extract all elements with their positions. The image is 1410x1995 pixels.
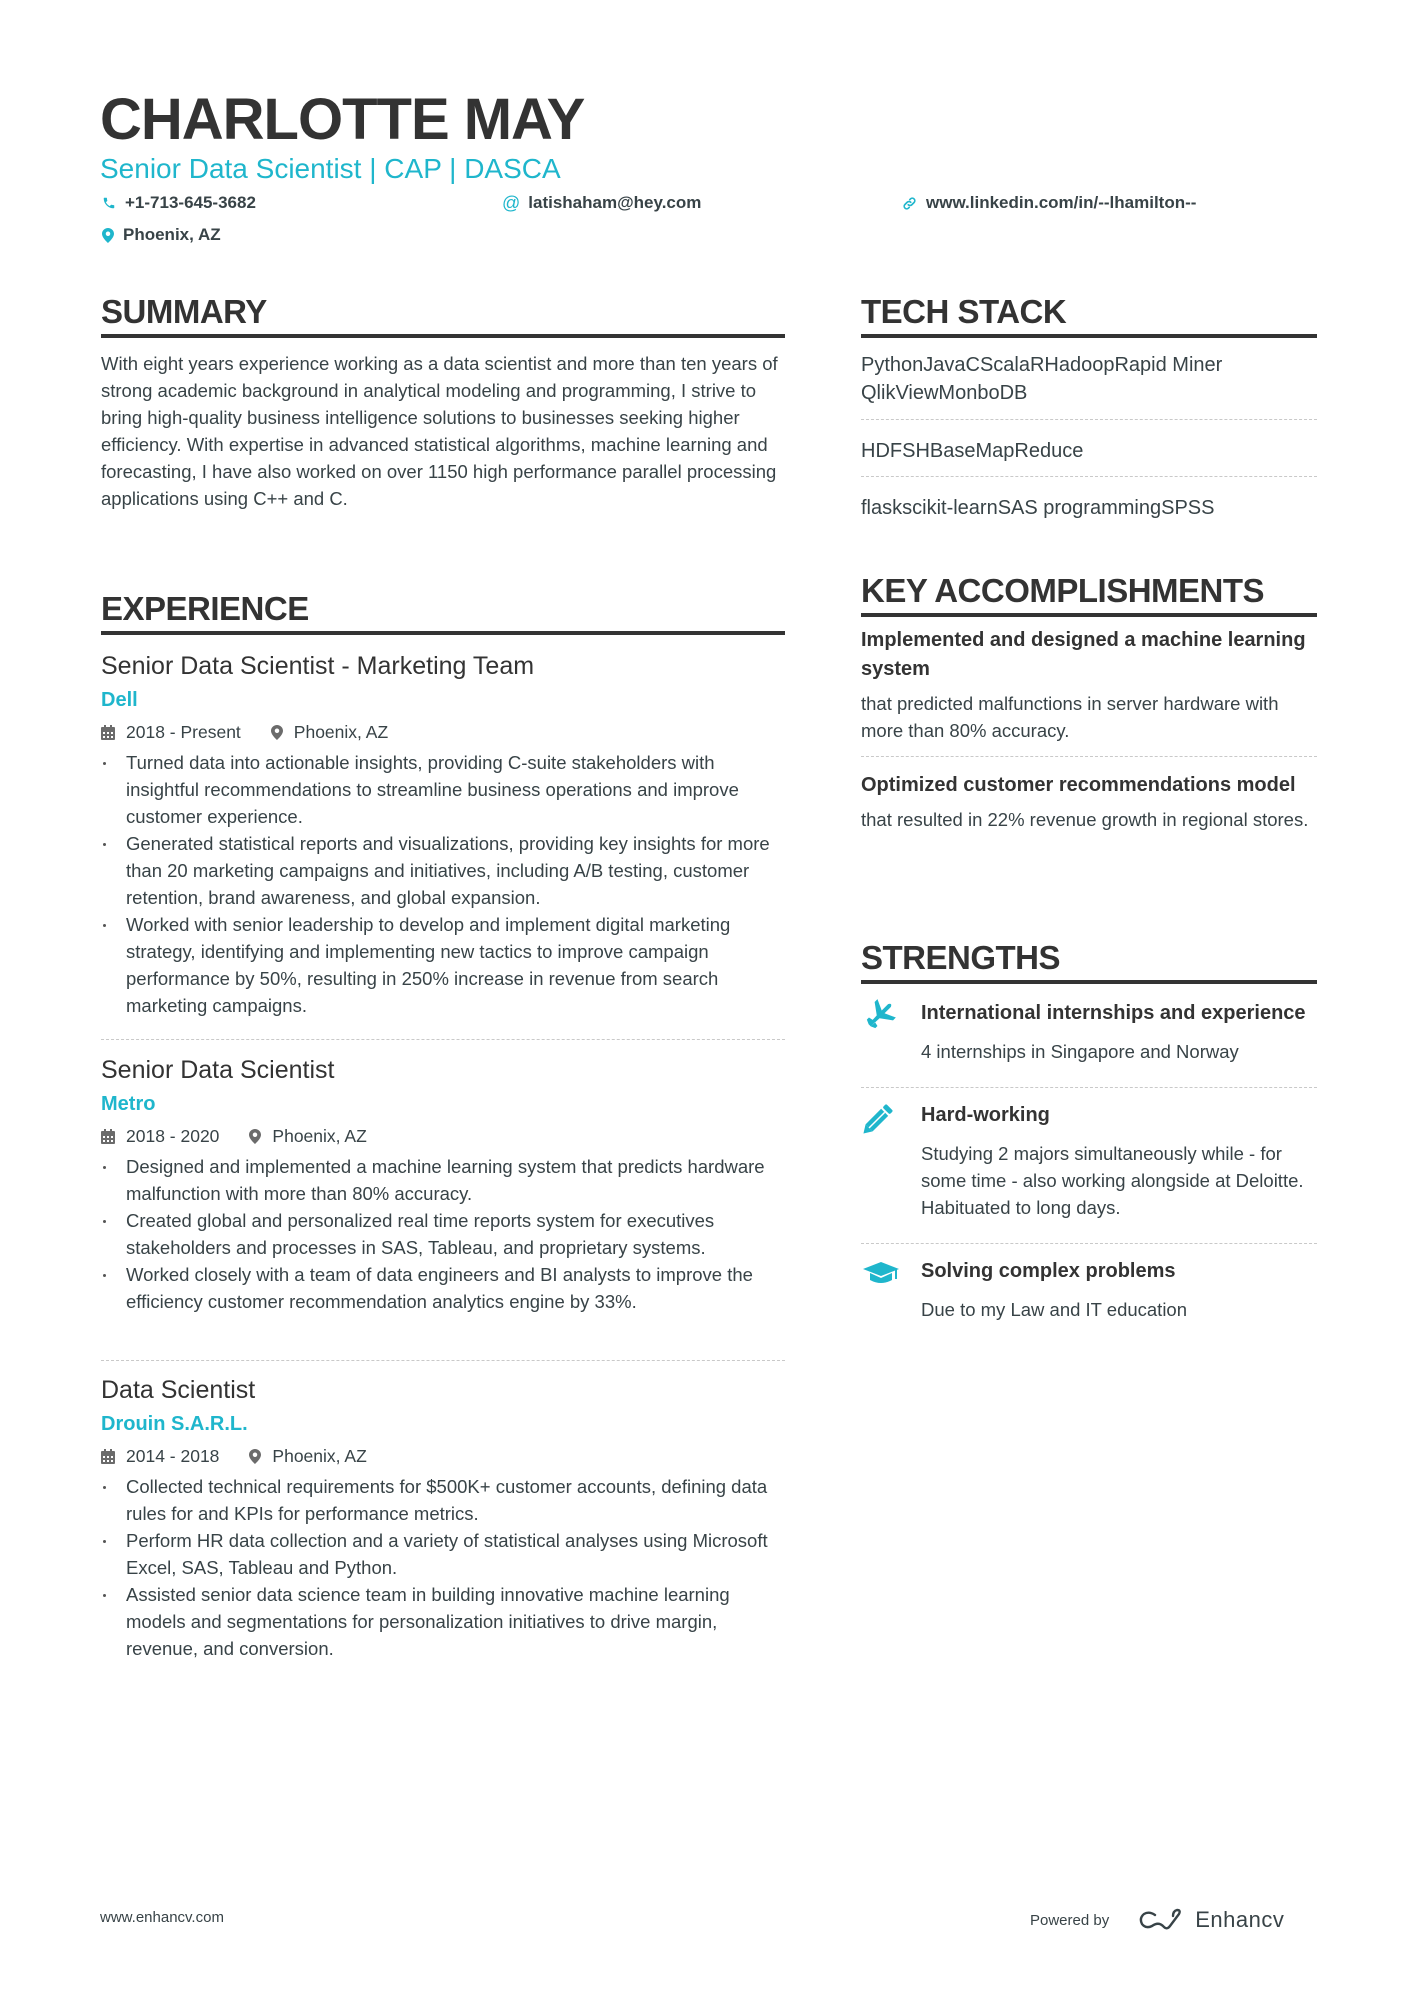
candidate-name: CHARLOTTE MAY xyxy=(100,87,585,152)
accomplishment-title: Implemented and designed a machine learn… xyxy=(861,629,1306,680)
strength-desc: Due to my Law and IT education xyxy=(921,1299,1188,1320)
job-meta: 2018 - 2020 Phoenix, AZ xyxy=(101,1123,785,1149)
accomplishment-item: Implemented and designed a machine learn… xyxy=(861,626,1317,744)
contact-location: Phoenix, AZ xyxy=(102,223,221,247)
accomplishment-item: Optimized customer recommendations model… xyxy=(861,771,1317,833)
strength-item: Solving complex problems Due to my Law a… xyxy=(861,1256,1317,1336)
calendar-icon xyxy=(101,1448,115,1464)
job-entry: Data Scientist Drouin S.A.R.L. 2014 - 20… xyxy=(101,1374,785,1662)
map-pin-icon xyxy=(249,1128,262,1144)
divider xyxy=(861,1243,1317,1244)
job-title: Senior Data Scientist - Marketing Team xyxy=(101,652,535,680)
strength-desc: 4 internships in Singapore and Norway xyxy=(921,1041,1239,1062)
bullet-item: Created global and personalized real tim… xyxy=(101,1207,785,1261)
summary-text: With eight years experience working as a… xyxy=(101,353,778,509)
graduation-cap-icon xyxy=(863,1262,899,1283)
job-bullets: Collected technical requirements for $50… xyxy=(101,1473,785,1662)
experience-heading: EXPERIENCE xyxy=(101,589,785,635)
powered-by: Powered by Enhancv xyxy=(1030,1907,1284,1933)
divider xyxy=(101,1039,785,1040)
footer-url[interactable]: www.enhancv.com xyxy=(100,1909,224,1926)
candidate-title: Senior Data Scientist | CAP | DASCA xyxy=(100,153,561,184)
bullet-item: Worked closely with a team of data engin… xyxy=(101,1261,785,1315)
pencil-icon xyxy=(863,1104,893,1134)
job-company: Metro xyxy=(101,1093,156,1115)
phone-icon xyxy=(103,197,115,209)
strengths-heading: STRENGTHS xyxy=(861,938,1317,984)
tech-stack-heading: TECH STACK xyxy=(861,292,1317,338)
accomplishments-heading: KEY ACCOMPLISHMENTS xyxy=(861,571,1317,617)
tech-stack-item: flaskscikit-learnSAS programmingSPSS xyxy=(861,497,1215,519)
job-location: Phoenix, AZ xyxy=(270,719,388,745)
calendar-icon xyxy=(101,724,115,740)
divider xyxy=(861,756,1317,757)
tech-stack-item: PythonJavaCScalaRHadoopRapid Miner QlikV… xyxy=(861,354,1223,404)
strength-desc: Studying 2 majors simultaneously while -… xyxy=(921,1143,1304,1218)
job-company: Drouin S.A.R.L. xyxy=(101,1413,248,1435)
job-meta: 2018 - Present Phoenix, AZ xyxy=(101,719,785,745)
at-icon: @ xyxy=(502,193,521,213)
divider xyxy=(861,419,1317,420)
map-pin-icon xyxy=(249,1448,262,1464)
job-dates: 2018 - Present xyxy=(101,719,241,745)
job-entry: Senior Data Scientist - Marketing Team D… xyxy=(101,650,785,1019)
job-bullets: Turned data into actionable insights, pr… xyxy=(101,749,785,1019)
accomplishment-desc: that predicted malfunctions in server ha… xyxy=(861,693,1279,741)
powered-by-label: Powered by xyxy=(1030,1911,1110,1929)
divider xyxy=(101,1360,785,1361)
plane-icon xyxy=(866,999,896,1029)
strength-title: International internships and experience xyxy=(921,1002,1306,1024)
bullet-item: Worked with senior leadership to develop… xyxy=(101,911,785,1019)
bullet-item: Collected technical requirements for $50… xyxy=(101,1473,785,1527)
tech-stack-item: HDFSHBaseMapReduce xyxy=(861,440,1084,462)
linkedin-text[interactable]: www.linkedin.com/in/--lhamilton-- xyxy=(926,191,1196,215)
job-bullets: Designed and implemented a machine learn… xyxy=(101,1153,785,1315)
bullet-item: Turned data into actionable insights, pr… xyxy=(101,749,785,830)
strength-item: International internships and experience… xyxy=(861,998,1317,1078)
job-dates: 2014 - 2018 xyxy=(101,1443,219,1469)
bullet-item: Designed and implemented a machine learn… xyxy=(101,1153,785,1207)
brand-name: Enhancv xyxy=(1195,1907,1285,1932)
summary-heading: SUMMARY xyxy=(101,292,785,338)
job-meta: 2014 - 2018 Phoenix, AZ xyxy=(101,1443,785,1469)
bullet-item: Generated statistical reports and visual… xyxy=(101,830,785,911)
enhancv-logo-icon xyxy=(1139,1908,1182,1930)
contact-email: @ latishaham@hey.com xyxy=(502,191,701,215)
strength-item: Hard-working Studying 2 majors simultane… xyxy=(861,1100,1317,1230)
enhancv-logo[interactable]: Enhancv xyxy=(1137,1907,1284,1933)
calendar-icon xyxy=(101,1128,115,1144)
job-dates: 2018 - 2020 xyxy=(101,1123,219,1149)
strength-title: Solving complex problems xyxy=(921,1260,1176,1282)
job-title: Senior Data Scientist xyxy=(101,1056,335,1084)
location-text: Phoenix, AZ xyxy=(123,225,221,244)
bullet-item: Perform HR data collection and a variety… xyxy=(101,1527,785,1581)
accomplishment-title: Optimized customer recommendations model xyxy=(861,774,1296,796)
phone-text[interactable]: +1-713-645-3682 xyxy=(125,191,256,215)
accomplishment-desc: that resulted in 22% revenue growth in r… xyxy=(861,809,1309,830)
link-icon xyxy=(903,196,916,210)
divider xyxy=(861,1087,1317,1088)
contact-linkedin: www.linkedin.com/in/--lhamilton-- xyxy=(902,191,1196,215)
strength-title: Hard-working xyxy=(921,1104,1050,1126)
email-text[interactable]: latishaham@hey.com xyxy=(528,191,701,215)
bullet-item: Assisted senior data science team in bui… xyxy=(101,1581,785,1662)
job-entry: Senior Data Scientist Metro 2018 - 2020 … xyxy=(101,1054,785,1315)
job-location: Phoenix, AZ xyxy=(249,1443,367,1469)
divider xyxy=(861,476,1317,477)
job-location: Phoenix, AZ xyxy=(249,1123,367,1149)
job-company: Dell xyxy=(101,689,138,711)
job-title: Data Scientist xyxy=(101,1376,256,1404)
map-pin-icon xyxy=(102,227,114,243)
map-pin-icon xyxy=(270,724,283,740)
contact-phone: +1-713-645-3682 xyxy=(102,191,256,215)
